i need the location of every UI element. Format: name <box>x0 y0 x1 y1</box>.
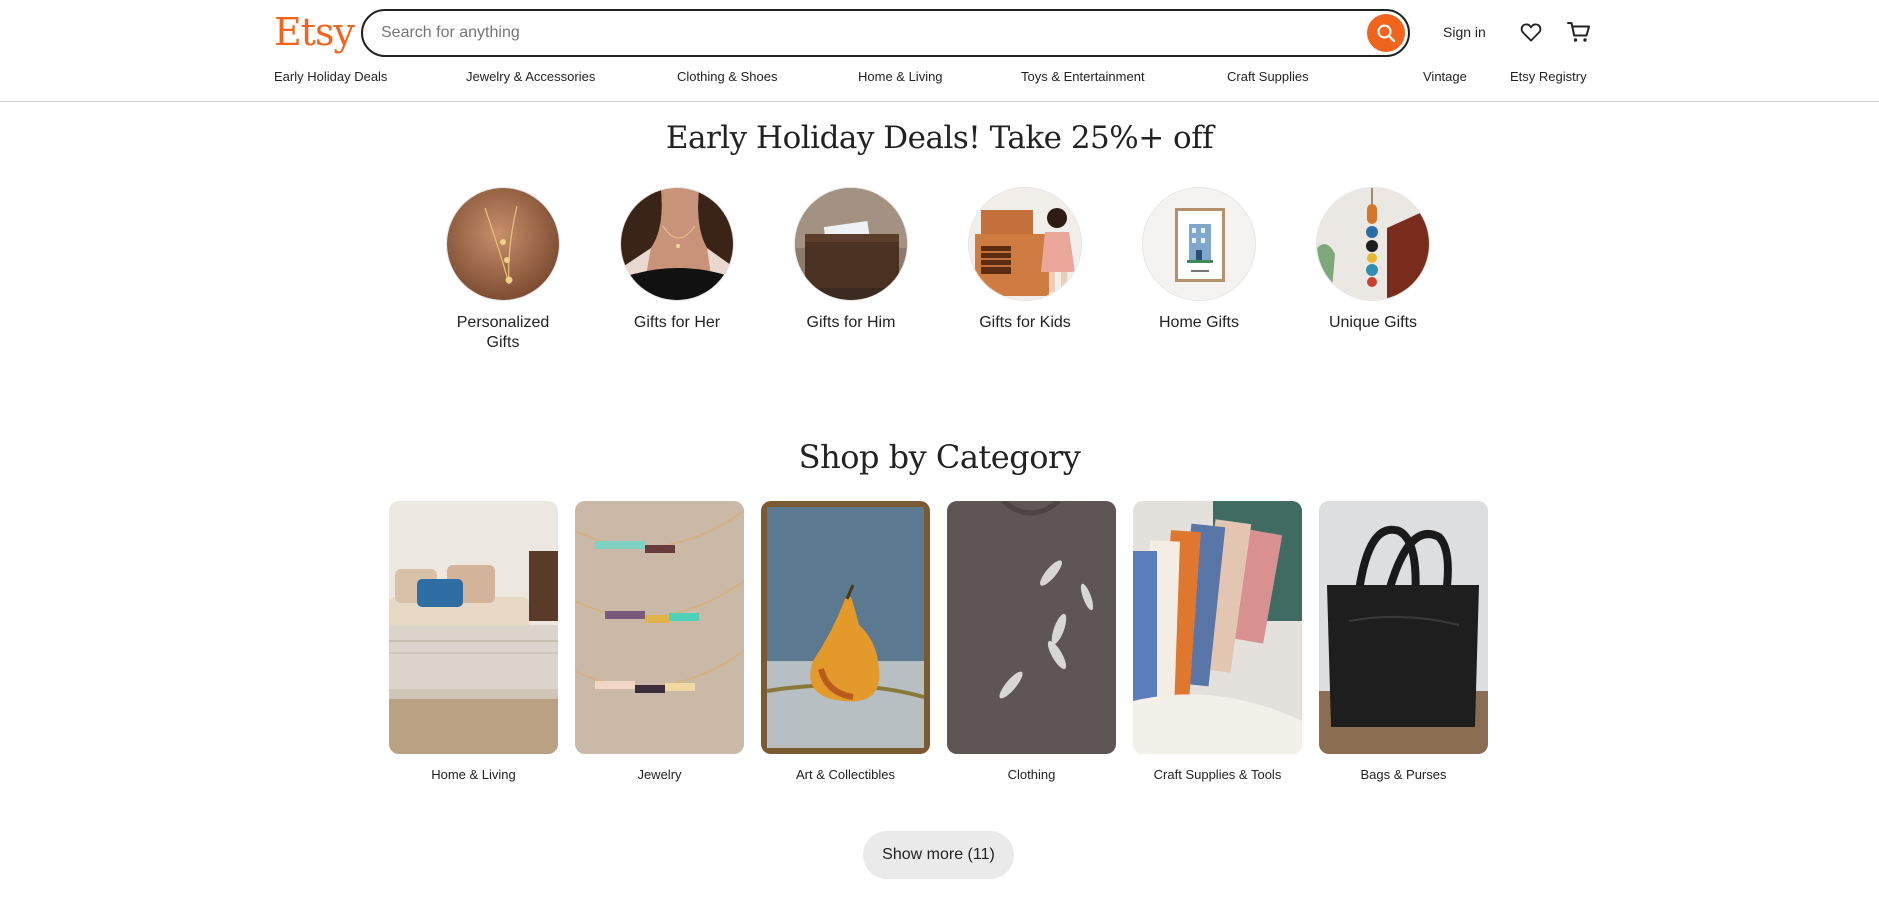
nav-clothing-shoes[interactable]: Clothing & Shoes <box>677 68 777 86</box>
deal-home-gifts[interactable]: Home Gifts <box>1142 187 1256 333</box>
gifts-for-him-image <box>794 187 908 301</box>
deal-label: Gifts for Him <box>806 314 896 331</box>
nav-etsy-registry[interactable]: Etsy Registry <box>1510 68 1587 86</box>
personalized-gifts-image <box>446 187 560 301</box>
search-icon <box>1377 24 1396 43</box>
category-jewelry[interactable]: Jewelry <box>575 501 744 784</box>
nav-early-holiday-deals[interactable]: Early Holiday Deals <box>274 68 387 86</box>
gifts-for-kids-image <box>968 187 1082 301</box>
nav-vintage[interactable]: Vintage <box>1423 68 1467 86</box>
clothing-image <box>947 501 1116 754</box>
deal-label: Personalized Gifts <box>456 314 550 351</box>
favorites-button[interactable] <box>1517 18 1545 46</box>
heart-icon <box>1520 23 1542 42</box>
cart-button[interactable] <box>1565 18 1593 46</box>
category-craft-supplies-tools[interactable]: Craft Supplies & Tools <box>1133 501 1302 784</box>
cart-icon <box>1567 22 1590 42</box>
category-nav: Early Holiday Deals Jewelry & Accessorie… <box>274 68 1591 88</box>
deals-title: Early Holiday Deals! Take 25%+ off <box>665 120 1214 156</box>
nav-jewelry-accessories[interactable]: Jewelry & Accessories <box>466 68 595 86</box>
home-gifts-image <box>1142 187 1256 301</box>
nav-toys-entertainment[interactable]: Toys & Entertainment <box>1021 68 1145 86</box>
search-bar <box>361 9 1410 57</box>
category-label: Home & Living <box>431 767 516 782</box>
category-bags-purses[interactable]: Bags & Purses <box>1319 501 1488 784</box>
bags-purses-image <box>1319 501 1488 754</box>
category-label: Clothing <box>1007 767 1056 782</box>
category-home-living[interactable]: Home & Living <box>389 501 558 784</box>
home-living-image <box>389 501 558 754</box>
category-label: Craft Supplies & Tools <box>1153 767 1282 782</box>
gifts-for-her-image <box>620 187 734 301</box>
jewelry-image <box>575 501 744 754</box>
deal-gifts-for-him[interactable]: Gifts for Him <box>794 187 908 333</box>
craft-supplies-image <box>1133 501 1302 754</box>
category-art-collectibles[interactable]: Art & Collectibles <box>761 501 930 784</box>
category-label: Bags & Purses <box>1360 767 1447 782</box>
category-label: Jewelry <box>637 767 682 782</box>
deal-label: Unique Gifts <box>1328 314 1418 331</box>
etsy-logo[interactable]: Etsy <box>274 8 355 56</box>
deal-personalized-gifts[interactable]: Personalized Gifts <box>446 187 560 353</box>
unique-gifts-image <box>1316 187 1430 301</box>
search-button[interactable] <box>1367 14 1405 52</box>
category-title: Shop by Category <box>798 438 1081 476</box>
nav-craft-supplies[interactable]: Craft Supplies <box>1227 68 1309 86</box>
art-collectibles-image <box>761 501 930 754</box>
deal-label: Gifts for Her <box>633 314 721 331</box>
deal-label: Home Gifts <box>1158 314 1239 331</box>
deal-unique-gifts[interactable]: Unique Gifts <box>1316 187 1430 333</box>
deal-gifts-for-her[interactable]: Gifts for Her <box>620 187 734 333</box>
sign-in-link[interactable]: Sign in <box>1443 22 1486 42</box>
show-more-button[interactable]: Show more (11) <box>863 831 1014 879</box>
deal-label: Gifts for Kids <box>979 314 1071 331</box>
nav-home-living[interactable]: Home & Living <box>858 68 943 86</box>
site-header: Etsy Sign in Early Holiday Deals Jewelry… <box>0 0 1879 102</box>
category-label: Art & Collectibles <box>796 767 895 782</box>
search-input[interactable] <box>381 11 1361 55</box>
deal-gifts-for-kids[interactable]: Gifts for Kids <box>968 187 1082 333</box>
category-clothing[interactable]: Clothing <box>947 501 1116 784</box>
